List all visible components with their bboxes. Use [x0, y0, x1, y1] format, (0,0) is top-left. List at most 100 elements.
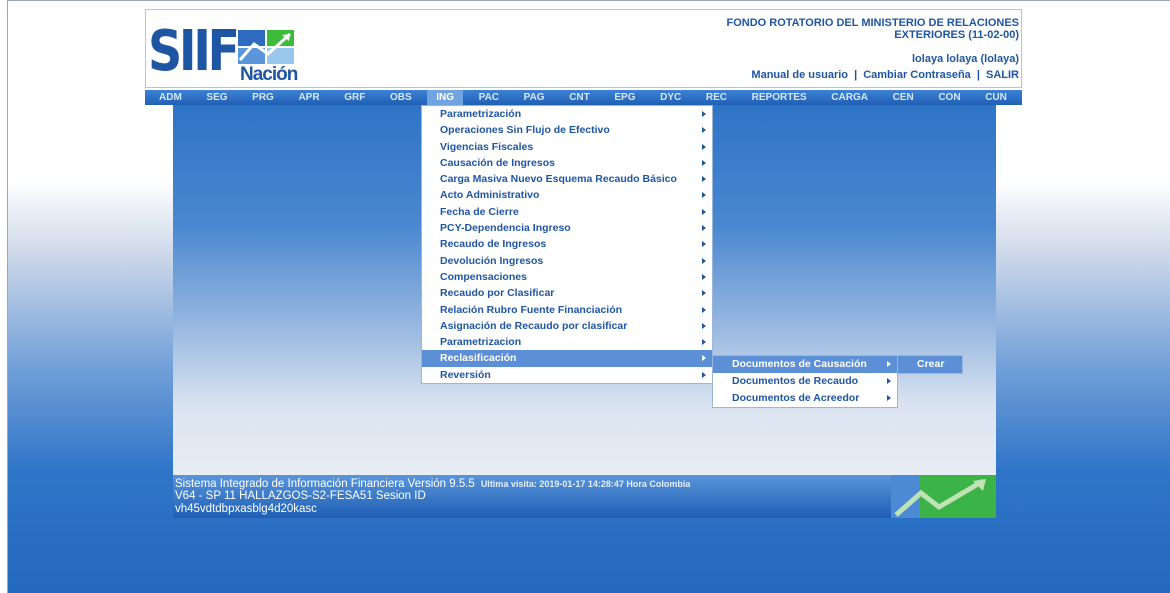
- siif-logo: SIIF Nación: [148, 19, 298, 86]
- change-password-link[interactable]: Cambiar Contraseña: [863, 69, 971, 81]
- submenu-arrow-icon: [702, 225, 706, 232]
- menu-item-operaciones-sin-flujo-de-efectivo[interactable]: Operaciones Sin Flujo de Efectivo: [422, 122, 712, 138]
- menu-item-label: Crear: [917, 358, 945, 370]
- submenu-arrow-icon: [887, 378, 891, 384]
- menu-reportes[interactable]: REPORTES: [743, 90, 816, 105]
- menu-item-label: Acto Administrativo: [440, 189, 540, 202]
- menu-item-parametrizacion[interactable]: Parametrización: [422, 106, 712, 122]
- menu-item-label: Fecha de Cierre: [440, 205, 519, 218]
- menu-item-acto-administrativo[interactable]: Acto Administrativo: [422, 187, 712, 203]
- menu-item-recaudo-de-ingresos[interactable]: Recaudo de Ingresos: [422, 236, 712, 252]
- submenu-arrow-icon: [702, 306, 706, 313]
- ing-dropdown-menu: Parametrización Operaciones Sin Flujo de …: [421, 105, 713, 385]
- menu-item-documentos-de-recaudo[interactable]: Documentos de Recaudo: [713, 373, 897, 390]
- submenu-arrow-icon: [702, 355, 706, 362]
- menu-cen[interactable]: CEN: [884, 90, 923, 105]
- system-version: Sistema Integrado de Información Financi…: [175, 478, 475, 490]
- menu-prg[interactable]: PRG: [243, 90, 283, 105]
- header: SIIF Nación FONDO ROTATORIO DEL MINISTER…: [145, 9, 1022, 88]
- manual-link[interactable]: Manual de usuario: [751, 69, 848, 81]
- menu-item-label: Recaudo de Ingresos: [440, 238, 547, 251]
- logo-text: SIIF: [148, 19, 240, 84]
- menu-item-label: Vigencias Fiscales: [440, 140, 534, 153]
- menu-item-label: Devolución Ingresos: [440, 254, 544, 267]
- menu-item-fecha-de-cierre[interactable]: Fecha de Cierre: [422, 204, 712, 220]
- user-name: lolaya lolaya (lolaya): [912, 53, 1019, 65]
- menu-adm[interactable]: ADM: [150, 90, 191, 105]
- menu-item-label: Reclasificación: [440, 352, 517, 365]
- menu-seg[interactable]: SEG: [197, 90, 236, 105]
- menu-item-label: Compensaciones: [440, 270, 527, 283]
- menu-epg[interactable]: EPG: [605, 90, 644, 105]
- submenu-arrow-icon: [702, 371, 706, 378]
- link-separator: |: [854, 69, 858, 81]
- submenu-arrow-icon: [702, 241, 706, 248]
- submenu-arrow-icon: [702, 273, 706, 280]
- menu-item-label: Parametrización: [440, 108, 522, 120]
- footer: Sistema Integrado de Información Financi…: [173, 475, 996, 518]
- menu-con[interactable]: CON: [929, 90, 969, 105]
- submenu-arrow-icon: [702, 208, 706, 215]
- menu-item-reclasificacion[interactable]: Reclasificación: [422, 350, 712, 367]
- submenu-arrow-icon: [702, 143, 706, 150]
- build-info: V64 - SP 11 HALLAZGOS-S2-FESA51 Sesion I…: [175, 490, 426, 502]
- menu-item-label: Documentos de Causación: [732, 358, 867, 370]
- menu-item-crear[interactable]: Crear: [898, 356, 962, 373]
- session-id: vh45vdtdbpxasblg4d20kasc: [175, 503, 317, 515]
- menu-item-devolucion-ingresos[interactable]: Devolución Ingresos: [422, 253, 712, 269]
- menu-item-reversion[interactable]: Reversión: [422, 367, 712, 383]
- submenu-arrow-icon: [702, 159, 706, 166]
- last-visit: Ultima visita: 2019-01-17 14:28:47 Hora …: [480, 479, 691, 489]
- menu-item-label: Operaciones Sin Flujo de Efectivo: [440, 124, 610, 137]
- menu-cnt[interactable]: CNT: [560, 90, 599, 105]
- menu-item-label: Documentos de Recaudo: [732, 375, 859, 387]
- menu-item-label: Causación de Ingresos: [440, 156, 555, 169]
- menu-pac[interactable]: PAC: [470, 90, 508, 105]
- submenu-arrow-icon: [702, 322, 706, 329]
- submenu-arrow-icon: [702, 257, 706, 264]
- causacion-submenu: Crear: [897, 355, 963, 374]
- logout-link[interactable]: SALIR: [986, 69, 1019, 81]
- menu-item-carga-masiva-nuevo-esquema-recaudo-basico[interactable]: Carga Masiva Nuevo Esquema Recaudo Básic…: [422, 171, 712, 187]
- submenu-arrow-icon: [887, 361, 891, 367]
- menu-item-label: PCY-Dependencia Ingreso: [440, 222, 571, 235]
- menu-item-label: Documentos de Acreedor: [732, 392, 860, 404]
- main-menu-bar: ADM SEG PRG APR GRF OBS ING PAC PAG CNT EPG DYC REC R…: [145, 88, 1022, 105]
- submenu-arrow-icon: [702, 192, 706, 199]
- menu-item-label: Relación Rubro Fuente Financiación: [440, 303, 623, 316]
- submenu-arrow-icon: [702, 176, 706, 183]
- menu-cun[interactable]: CUN: [976, 90, 1016, 105]
- submenu-arrow-icon: [702, 339, 706, 346]
- menu-item-asignacion-de-recaudo-por-clasificar[interactable]: Asignación de Recaudo por clasificar: [422, 318, 712, 334]
- menu-item-label: Reversión: [440, 368, 491, 381]
- submenu-arrow-icon: [887, 395, 891, 401]
- link-separator: |: [976, 69, 980, 81]
- menu-grf[interactable]: GRF: [335, 90, 374, 105]
- menu-item-relacion-rubro-fuente-financiacion[interactable]: Relación Rubro Fuente Financiación: [422, 302, 712, 318]
- menu-item-recaudo-por-clasificar[interactable]: Recaudo por Clasificar: [422, 285, 712, 301]
- organization-name: FONDO ROTATORIO DEL MINISTERIO DE RELACI…: [726, 17, 1019, 41]
- menu-dyc[interactable]: DYC: [651, 90, 690, 105]
- menu-item-documentos-de-acreedor[interactable]: Documentos de Acreedor: [713, 390, 897, 407]
- submenu-arrow-icon: [702, 111, 706, 117]
- menu-item-compensaciones[interactable]: Compensaciones: [422, 269, 712, 285]
- user-links: Manual de usuario | Cambiar Contraseña |…: [751, 69, 1019, 81]
- menu-apr[interactable]: APR: [289, 90, 328, 105]
- menu-ing[interactable]: ING: [427, 90, 464, 105]
- menu-item-parametrizacion[interactable]: Parametrizacion: [422, 334, 712, 350]
- menu-pag[interactable]: PAG: [515, 90, 554, 105]
- menu-item-causacion-de-ingresos[interactable]: Causación de Ingresos: [422, 155, 712, 171]
- menu-item-documentos-de-causacion[interactable]: Documentos de Causación: [713, 356, 897, 373]
- menu-carga[interactable]: CARGA: [822, 90, 877, 105]
- submenu-arrow-icon: [702, 127, 706, 134]
- menu-item-label: Asignación de Recaudo por clasificar: [440, 319, 628, 332]
- footer-chart-icon: [891, 475, 996, 518]
- menu-item-vigencias-fiscales[interactable]: Vigencias Fiscales: [422, 139, 712, 155]
- menu-obs[interactable]: OBS: [381, 90, 421, 105]
- logo-subtext: Nación: [240, 64, 298, 85]
- menu-item-pcy-dependencia-ingreso[interactable]: PCY-Dependencia Ingreso: [422, 220, 712, 236]
- menu-item-label: Parametrizacion: [440, 336, 522, 349]
- footer-version-line: Sistema Integrado de Información Financi…: [175, 478, 690, 490]
- menu-item-label: Carga Masiva Nuevo Esquema Recaudo Básic…: [440, 173, 677, 186]
- menu-rec[interactable]: REC: [697, 90, 736, 105]
